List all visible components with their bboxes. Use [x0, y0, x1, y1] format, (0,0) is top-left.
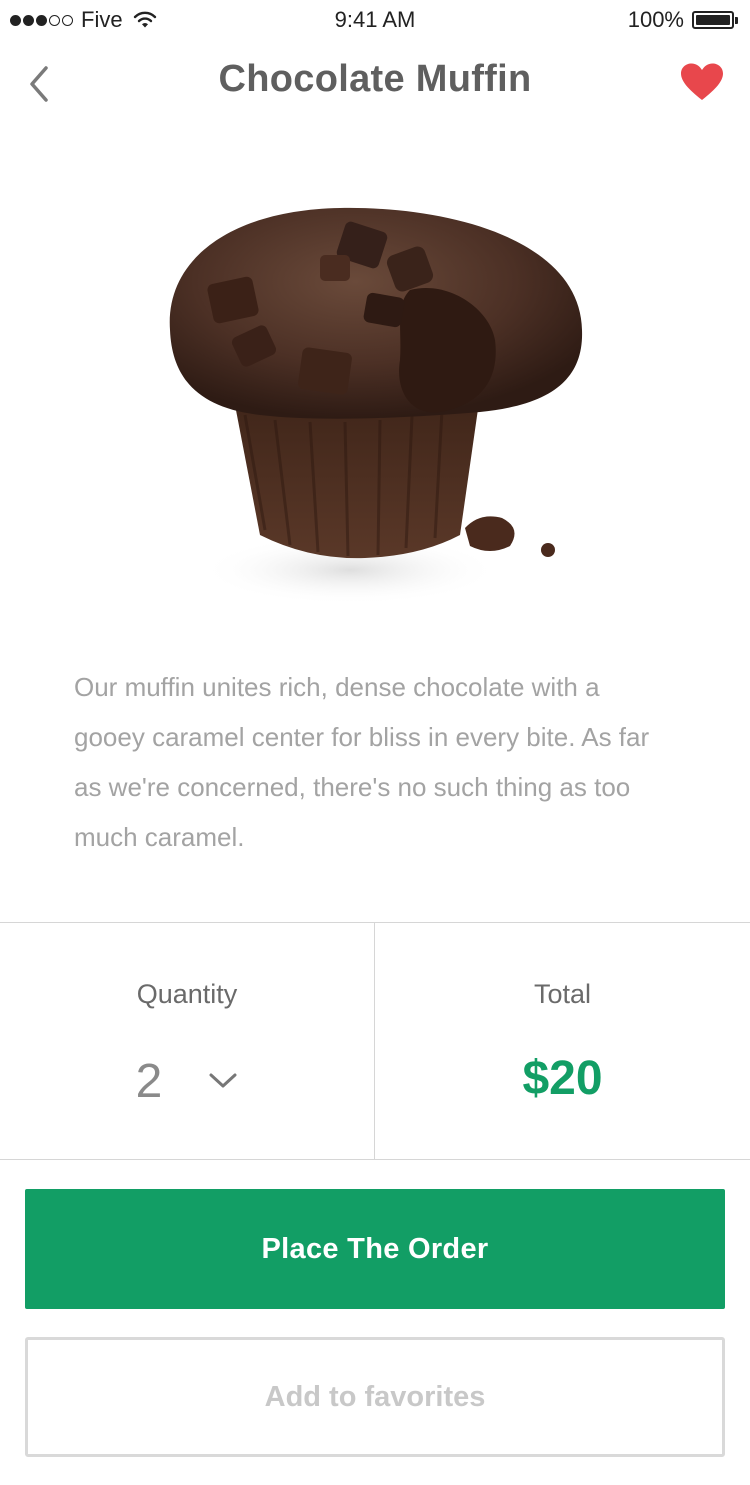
product-description: Our muffin unites rich, dense chocolate …: [74, 672, 650, 852]
battery-percent: 100%: [627, 7, 684, 32]
add-to-favorites-button[interactable]: Add to favorites: [25, 1337, 725, 1457]
total-label: Total: [533, 979, 592, 1009]
battery-icon: [692, 11, 738, 29]
total-price: $20: [522, 1052, 603, 1105]
page-title: Chocolate Muffin: [218, 58, 532, 100]
quantity-dropdown[interactable]: 2: [120, 1051, 260, 1111]
status-bar: Five 9:41 AM 100%: [0, 0, 750, 40]
status-right: 100%: [628, 7, 738, 33]
heart-icon: [681, 63, 723, 100]
total-section: Total $20: [375, 923, 750, 1159]
chevron-down-icon: [209, 1073, 237, 1088]
nav-bar: Chocolate Muffin: [0, 40, 750, 130]
quantity-section: Quantity 2: [0, 923, 374, 1159]
quantity-value: 2: [135, 1054, 163, 1108]
quantity-label: Quantity: [136, 979, 238, 1009]
order-panel: Quantity 2 Total $20: [0, 922, 750, 1160]
muffin-image: [169, 207, 583, 605]
favorite-toggle[interactable]: [680, 62, 728, 106]
place-order-button[interactable]: Place The Order: [25, 1189, 725, 1309]
